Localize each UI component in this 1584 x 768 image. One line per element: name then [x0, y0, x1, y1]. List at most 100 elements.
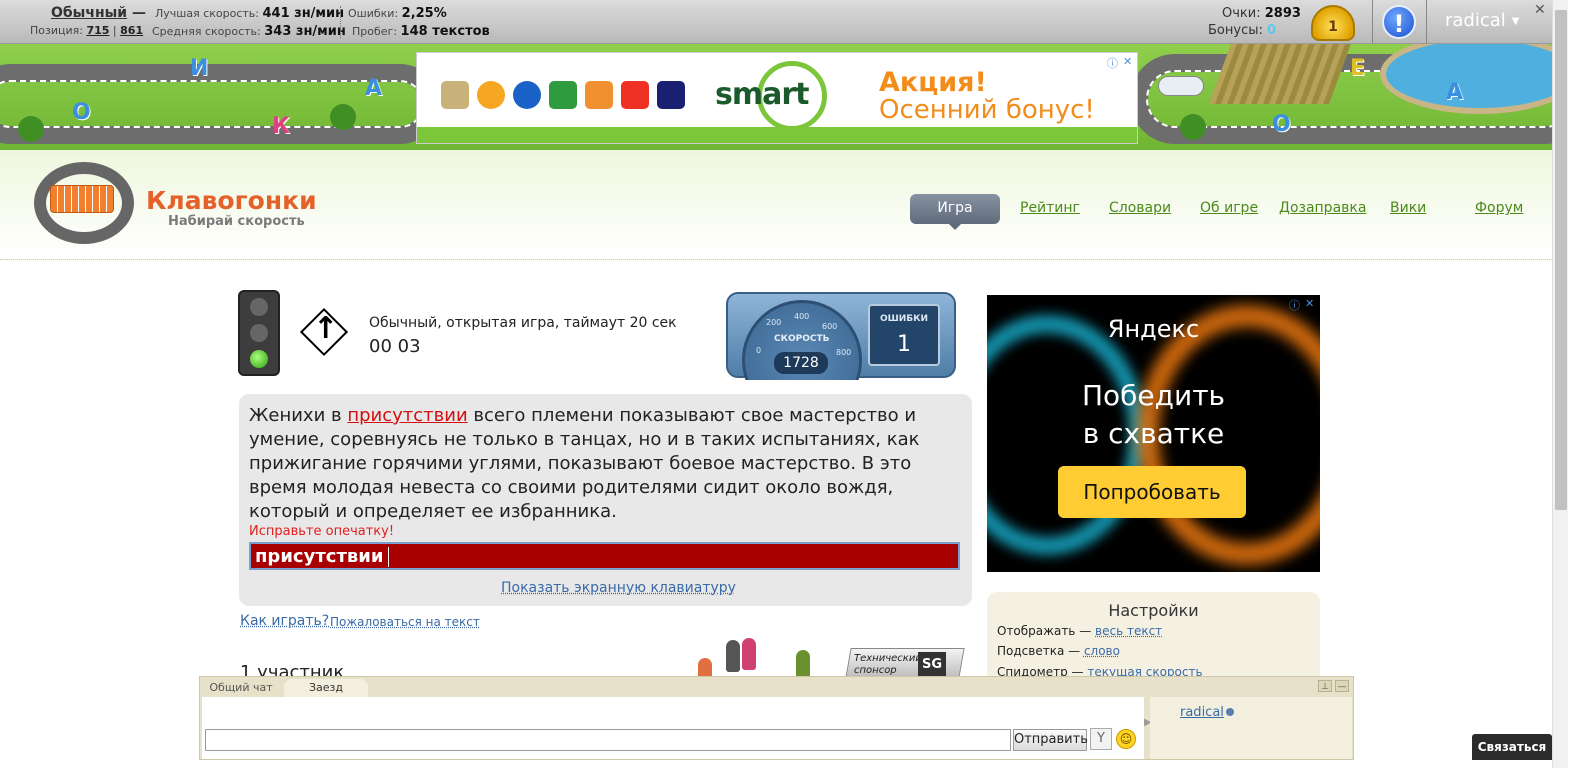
chat-user-link[interactable]: radical [1180, 705, 1224, 720]
scrollbar-thumb[interactable] [1555, 10, 1567, 510]
webmoney-icon [513, 81, 541, 109]
mileage: Пробег: 148 текстов [352, 24, 490, 39]
how-to-play-link[interactable]: Как играть? [240, 613, 329, 629]
dial-label: 200 [766, 318, 782, 327]
errors-counter: ОШИБКИ 1 [868, 304, 940, 366]
settings-label: Отображать — [997, 624, 1096, 638]
ad-info-icon[interactable]: ⓘ [1289, 297, 1300, 313]
level-badge-icon[interactable]: 1 [1311, 5, 1355, 41]
user-menu[interactable]: radical ▼ [1445, 10, 1520, 31]
top-banner-ad[interactable]: smart Акция! Осенний бонус! ⓘ ✕ [416, 52, 1138, 144]
tab-race-chat[interactable]: Заезд [284, 679, 368, 697]
nav-about[interactable]: Об игре [1200, 200, 1258, 216]
tab-general-chat[interactable]: Общий чат [204, 679, 278, 697]
chat-message-input[interactable] [205, 729, 1011, 751]
mode-name[interactable]: Обычный [51, 5, 127, 21]
nav-game[interactable]: Игра [910, 194, 1000, 230]
complain-text-link[interactable]: Пожаловаться на текст [330, 615, 480, 629]
airplane-icon [1158, 76, 1204, 96]
traffic-light-red [250, 298, 268, 316]
ad-close-icon[interactable]: ✕ [1305, 297, 1314, 310]
dial-label: 400 [794, 312, 810, 321]
current-word: присутствии [347, 405, 468, 426]
level-badge-value: 1 [1328, 19, 1338, 35]
chat-send-button[interactable]: Отправить [1013, 729, 1088, 751]
settings-row-highlight: Подсветка — слово [997, 644, 1120, 658]
mileage-label: Пробег: [352, 25, 401, 38]
position-info: Позиция: 715 | 861 [30, 24, 143, 37]
minimize-icon[interactable]: — [1335, 680, 1349, 692]
floating-letter: О [1272, 112, 1291, 137]
dial-label: 0 [756, 346, 762, 355]
avg-speed-label: Средняя скорость: [152, 25, 265, 38]
nav-refuel[interactable]: Дозаправка [1279, 200, 1366, 216]
points-value: 2893 [1264, 6, 1301, 21]
ad-info-icon[interactable]: ⓘ [1107, 55, 1118, 71]
floating-letter: А [1446, 80, 1464, 105]
ad-headline-line2: в схватке [1082, 417, 1225, 450]
traffic-light-green [250, 350, 268, 368]
errors-value: 1 [897, 332, 911, 357]
error-rate: Ошибки: 2,25% [348, 6, 447, 21]
pin-icon[interactable]: ⊥ [1318, 680, 1332, 692]
game-mode-label[interactable]: Обычный — [51, 5, 146, 21]
nav-forum[interactable]: Форум [1475, 200, 1523, 216]
floating-letter: Е [1350, 56, 1366, 81]
chat-user-list: radical [1150, 697, 1352, 759]
text-before: Женихи в [249, 405, 348, 426]
divider [1426, 0, 1427, 44]
filter-icon[interactable]: Y [1090, 728, 1112, 750]
settings-title: Настройки [1108, 601, 1199, 620]
side-ad-yandex[interactable]: ⓘ ✕ Яндекс Победить в схватке Попробовать [987, 295, 1320, 572]
nav-wiki[interactable]: Вики [1390, 200, 1426, 216]
top-status-bar: Обычный — Позиция: 715 | 861 Лучшая скор… [0, 0, 1552, 44]
typo-warning: Исправьте опечатку! [249, 524, 395, 539]
floating-letter: К [272, 114, 290, 139]
position-current-link[interactable]: 715 [86, 24, 109, 37]
settings-highlight-link[interactable]: слово [1084, 644, 1120, 658]
logo-title[interactable]: Клавогонки [146, 186, 317, 215]
smiley-icon[interactable]: ☺ [1116, 729, 1136, 749]
person-icon [742, 638, 756, 670]
notification-alert-icon[interactable]: ! [1382, 5, 1416, 39]
position-total-link[interactable]: 861 [120, 24, 143, 37]
dial-label: 600 [822, 322, 838, 331]
nav-dictionaries[interactable]: Словари [1109, 200, 1171, 216]
show-keyboard-link[interactable]: Показать экранную клавиатуру [501, 580, 736, 596]
points: Очки: 2893 [1222, 6, 1301, 21]
ad-grass-strip [417, 127, 1137, 143]
best-speed-label: Лучшая скорость: [155, 7, 263, 20]
floating-letter: О [72, 100, 91, 125]
ad-try-button[interactable]: Попробовать [1058, 466, 1246, 518]
settings-display-link[interactable]: весь текст [1095, 624, 1162, 638]
best-speed-value: 441 зн/мин [262, 6, 345, 21]
position-separator: | [109, 24, 121, 37]
typing-text: Женихи в присутствии всего племени показ… [249, 404, 965, 524]
close-icon[interactable]: ✕ [1534, 2, 1546, 18]
visa-mastercard-icon [657, 81, 685, 109]
page-scrollbar[interactable] [1552, 0, 1568, 768]
ad-close-icon[interactable]: ✕ [1123, 55, 1132, 68]
username[interactable]: radical [1445, 10, 1506, 31]
stats-divider [340, 6, 341, 38]
chevron-down-icon[interactable]: ▼ [1512, 16, 1520, 27]
nav-rating[interactable]: Рейтинг [1020, 200, 1080, 216]
contact-button[interactable]: Связаться [1472, 734, 1552, 760]
tree [1180, 114, 1206, 140]
person-icon [726, 640, 740, 672]
divider [1372, 0, 1373, 44]
typing-input[interactable]: присутствии [249, 542, 960, 570]
error-rate-value: 2,25% [401, 6, 447, 21]
speedometer-panel: 0 200 400 600 800 СКОРОСТЬ 1728 ОШИБКИ 1 [726, 292, 956, 380]
chat-panel: Общий чат Заезд ⊥ — Отправить Y ☺ ▶ radi… [199, 676, 1354, 760]
position-label: Позиция: [30, 24, 87, 37]
user-info-icon[interactable] [1226, 708, 1234, 716]
tinkoff-icon [441, 81, 469, 109]
sponsor-logo-icon[interactable]: SG [918, 652, 946, 678]
errors-caption: ОШИБКИ [879, 314, 929, 324]
qiwi-icon [477, 81, 505, 109]
bonus-value: 0 [1267, 23, 1277, 38]
logo-subtitle: Набирай скорость [168, 214, 305, 229]
settings-label: Подсветка — [997, 644, 1084, 658]
floating-letter: А [365, 76, 383, 101]
